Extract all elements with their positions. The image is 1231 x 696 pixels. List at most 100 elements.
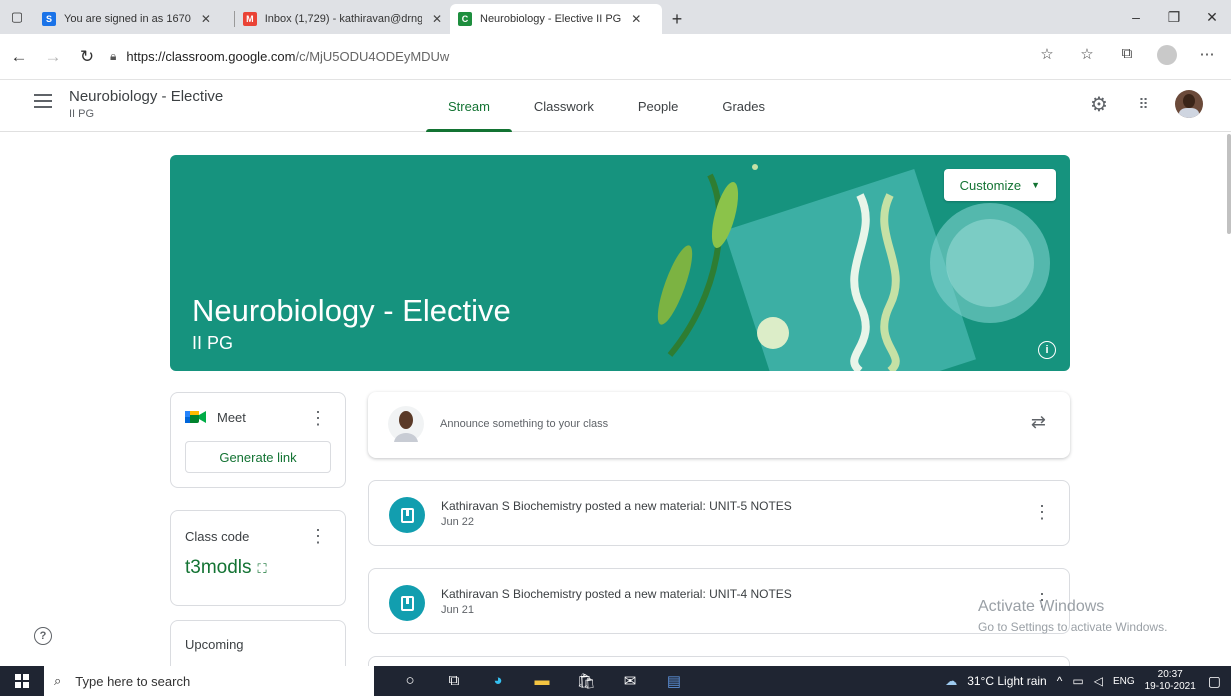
url-host: https://classroom.google.com [126,49,296,64]
more-icon[interactable]: ⋯ [1187,45,1227,69]
post-more-icon[interactable]: ⋮ [1033,503,1051,521]
post-title: Kathiravan S Biochemistry posted a new m… [441,587,792,601]
apps-grid-icon[interactable]: ⠿ [1121,96,1165,113]
user-avatar [388,406,424,442]
file-explorer-icon[interactable]: ▬ [520,672,564,690]
back-icon[interactable]: ← [2,47,36,67]
taskbar-apps: ○ ⧉ ◕ ▬ 🛍︎ ✉ ▤ [388,672,696,690]
tab-favicon: S [42,12,56,26]
close-window-icon[interactable]: ✕ [1193,0,1231,34]
class-title: Neurobiology - Elective [69,88,224,105]
class-code-value: t3modls [185,557,252,578]
network-icon[interactable]: ▭ [1072,674,1083,688]
material-icon [389,497,425,533]
address-bar: ← → ↻ 🔒︎ https://classroom.google.com/c/… [0,34,1231,80]
edge-icon[interactable]: ◕ [476,672,520,690]
watermark-line2: Go to Settings to activate Windows. [978,620,1168,634]
clock-time: 20:37 [1157,669,1183,680]
tab-stream[interactable]: Stream [426,80,512,132]
class-code-more-icon[interactable]: ⋮ [309,527,327,545]
taskbar-search-placeholder: Type here to search [75,673,191,689]
close-icon[interactable]: ✕ [201,12,211,26]
favorites-icon[interactable]: ☆ [1067,45,1107,69]
language-indicator[interactable]: ENG [1113,676,1135,687]
tray-chevron-icon[interactable]: ^ [1057,674,1063,688]
window-controls: – ❐ ✕ [1117,0,1231,34]
clock[interactable]: 20:37 19-10-2021 [1145,669,1196,693]
repost-icon[interactable]: ⇄ [1031,412,1046,433]
windows-taskbar: ⌕ Type here to search ○ ⧉ ◕ ▬ 🛍︎ ✉ ▤ ☁ 3… [0,666,1231,696]
minimize-icon[interactable]: – [1117,0,1155,34]
meet-more-icon[interactable]: ⋮ [309,409,327,427]
activation-watermark: Activate Windows Go to Settings to activ… [978,598,1167,634]
lock-icon: 🔒︎ [110,49,117,63]
help-icon[interactable]: ? [34,627,52,645]
tab-people[interactable]: People [616,80,700,132]
class-code-label: Class code [185,529,250,544]
start-button[interactable] [0,666,44,696]
banner-subtitle: II PG [192,333,234,353]
browser-tab-inbox[interactable]: M Inbox (1,729) - kathiravan@drng ✕ [235,4,450,34]
announce-placeholder: Announce something to your class [440,418,609,430]
task-view-icon[interactable]: ⧉ [432,672,476,690]
class-banner: Neurobiology - Elective II PG Customize … [170,155,1070,371]
browser-tab-strip: ▢ S You are signed in as 1670 ✕ M Inbox … [0,0,1231,34]
stream-post[interactable]: Kathiravan S Biochemistry posted a new m… [368,480,1070,546]
weather-icon: ☁ [945,674,958,688]
tab-title: Neurobiology - Elective II PG [480,13,622,25]
settings-gear-icon[interactable]: ⚙ [1077,92,1121,117]
close-icon[interactable]: ✕ [432,12,442,26]
generate-link-button[interactable]: Generate link [185,441,331,473]
tab-actions-icon[interactable]: ▢ [0,0,34,34]
class-code-card: Class code ⋮ t3modls ⛶ [170,510,346,606]
main-menu-icon[interactable] [34,94,52,112]
stream-post[interactable]: Kathiravan S Biochemistry posted a new m… [368,568,1070,634]
upcoming-label: Upcoming [185,637,244,652]
tab-classwork[interactable]: Classwork [512,80,616,132]
volume-icon[interactable]: ◁ [1094,674,1103,688]
classroom-icon: C [458,12,472,26]
class-tabs: Stream Classwork People Grades [426,80,787,132]
cortana-icon[interactable]: ○ [388,672,432,690]
clock-date: 19-10-2021 [1144,681,1196,692]
meet-card: Meet ⋮ Generate link [170,392,346,488]
classroom-header: Neurobiology - Elective II PG Stream Cla… [0,80,1231,132]
store-icon[interactable]: 🛍︎ [564,672,608,690]
weather-text[interactable]: 31°C Light rain [967,674,1047,688]
browser-tab-signed-in[interactable]: S You are signed in as 1670 ✕ [34,4,234,34]
restore-icon[interactable]: ❐ [1155,0,1193,34]
header-actions: ⚙ ⠿ [1077,90,1203,118]
tab-title: You are signed in as 1670 [64,13,191,25]
notifications-icon[interactable]: ▢ [1208,673,1221,690]
class-title-block[interactable]: Neurobiology - Elective II PG [69,88,223,120]
profile-icon[interactable] [1147,44,1187,69]
mail-icon[interactable]: ✉ [608,672,652,690]
post-date: Jun 21 [441,604,475,616]
announce-box[interactable]: Announce something to your class ⇄ [368,392,1070,458]
account-avatar[interactable] [1175,90,1203,118]
post-date: Jun 22 [441,516,475,528]
caret-down-icon: ▼ [1031,180,1040,190]
customize-label: Customize [959,177,1022,193]
browser-tab-classroom[interactable]: C Neurobiology - Elective II PG ✕ [450,4,662,34]
page-scrollbar[interactable] [1227,134,1231,234]
info-icon[interactable]: i [1038,341,1056,359]
taskbar-search[interactable]: ⌕ Type here to search [44,666,374,696]
fullscreen-icon[interactable]: ⛶ [258,561,267,576]
url-path: /c/MjU5ODU4ODEyMDUw [295,49,450,64]
material-icon [389,585,425,621]
forward-icon[interactable]: → [36,47,70,67]
url-field[interactable]: 🔒︎ https://classroom.google.com/c/MjU5OD… [110,42,1027,72]
tab-grades[interactable]: Grades [700,80,787,132]
post-title: Kathiravan S Biochemistry posted a new m… [441,499,792,513]
meet-label: Meet [217,409,246,425]
refresh-icon[interactable]: ↻ [70,47,104,67]
word-icon[interactable]: ▤ [652,672,696,690]
banner-title: Neurobiology - Elective [192,293,511,328]
new-tab-button[interactable]: + [662,4,692,34]
customize-button[interactable]: Customize ▼ [943,169,1056,201]
close-icon[interactable]: ✕ [631,12,641,26]
add-favorite-icon[interactable]: ☆ [1027,45,1067,69]
collections-icon[interactable]: ⧉ [1107,45,1147,69]
search-icon: ⌕ [54,673,62,688]
